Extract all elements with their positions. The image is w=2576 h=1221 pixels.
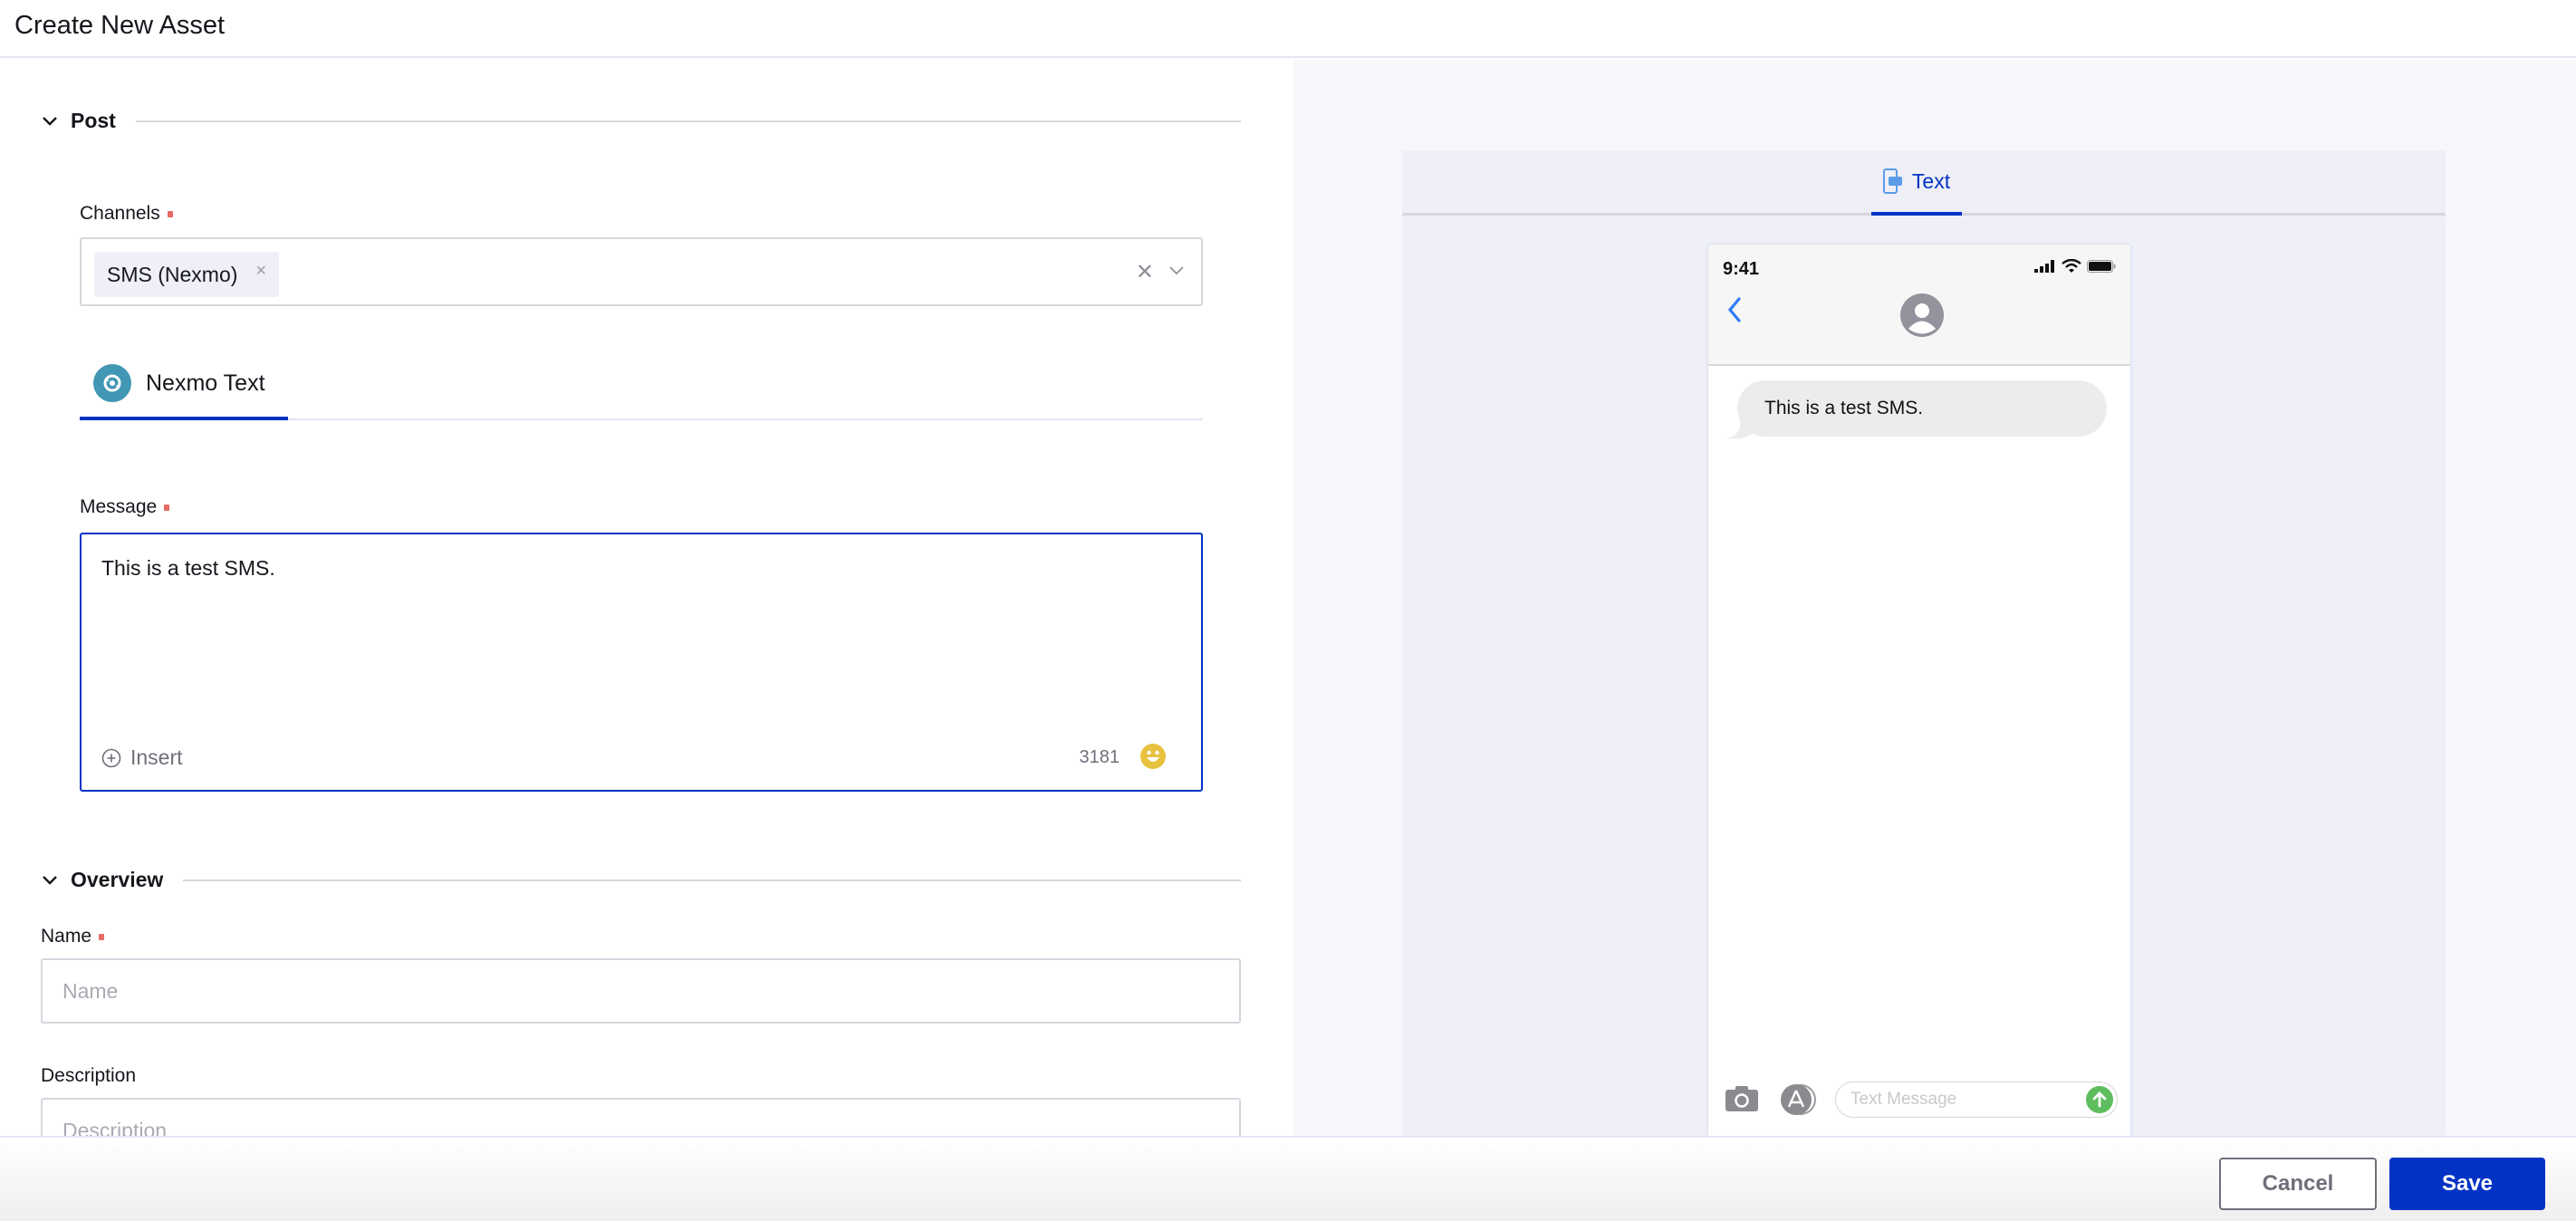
nexmo-logo-icon	[93, 364, 131, 402]
preview-tabs: Text	[1402, 150, 2446, 216]
message-bubble-text: This is a test SMS.	[1764, 398, 1924, 418]
insert-button[interactable]: Insert	[101, 745, 183, 770]
name-label-text: Name	[41, 926, 92, 947]
section-divider	[183, 879, 1241, 881]
chevron-down-icon[interactable]	[40, 870, 60, 890]
page-header: Create New Asset	[0, 0, 2576, 58]
channel-tabs: Nexmo Text	[80, 350, 1203, 420]
wifi-icon	[2062, 259, 2081, 273]
insert-label: Insert	[130, 745, 183, 769]
message-text[interactable]: This is a test SMS.	[101, 556, 275, 581]
message-textarea[interactable]: This is a test SMS. Insert 3181	[80, 533, 1203, 792]
emoji-icon[interactable]	[1139, 743, 1167, 770]
chevron-down-icon[interactable]	[1168, 263, 1185, 279]
channels-select[interactable]: SMS (Nexmo) × ✕	[80, 237, 1203, 306]
preview-container: Text 9:41 This is a test SMS. Text Messa…	[1402, 150, 2533, 1197]
sms-icon	[1882, 168, 1902, 194]
tab-label: Nexmo Text	[146, 370, 265, 396]
section-divider	[135, 120, 1241, 122]
phone-header: 9:41	[1708, 245, 2130, 366]
required-indicator	[99, 933, 105, 940]
description-field[interactable]	[41, 1098, 1241, 1136]
chevron-down-icon[interactable]	[40, 111, 60, 131]
phone-time: 9:41	[1723, 259, 1760, 279]
post-section-title: Post	[71, 109, 116, 132]
preview-panel: Text 9:41 This is a test SMS. Text Messa…	[1293, 60, 2576, 1197]
status-icons	[2034, 259, 2116, 274]
remove-chip-icon[interactable]: ×	[255, 261, 266, 282]
tab-text-preview[interactable]: Text	[1871, 150, 1962, 216]
message-bubble: This is a test SMS.	[1737, 380, 2107, 437]
camera-icon[interactable]	[1725, 1085, 1759, 1112]
post-section-header[interactable]: Post	[40, 109, 1241, 133]
back-icon[interactable]	[1726, 297, 1743, 322]
required-indicator	[167, 210, 173, 217]
tab-label: Text	[1911, 168, 1951, 193]
overview-section-header[interactable]: Overview	[40, 868, 1241, 892]
channel-chip-label: SMS (Nexmo)	[107, 262, 238, 286]
description-input[interactable]	[43, 1100, 1239, 1136]
send-icon[interactable]	[2086, 1086, 2113, 1113]
message-label: Message	[80, 496, 170, 518]
signal-icon	[2034, 260, 2054, 273]
channels-label: Channels	[80, 203, 173, 225]
phone-mockup: 9:41 This is a test SMS. Text Message	[1706, 243, 2132, 1136]
footer-bar: Cancel Save	[0, 1136, 2576, 1221]
battery-icon	[2087, 260, 2116, 273]
overview-section-title: Overview	[71, 868, 164, 891]
asset-form: Post Channels SMS (Nexmo) × ✕ Nexmo Text…	[0, 60, 1293, 1136]
page-title: Create New Asset	[14, 11, 226, 40]
compose-bar: Text Message	[1708, 1063, 2130, 1136]
save-button[interactable]: Save	[2389, 1158, 2545, 1210]
required-indicator	[164, 504, 170, 511]
name-field[interactable]	[41, 958, 1241, 1024]
message-label-text: Message	[80, 496, 158, 517]
name-input[interactable]	[43, 960, 1239, 1022]
text-message-input[interactable]: Text Message	[1835, 1082, 2118, 1118]
name-label: Name	[41, 926, 105, 947]
channels-label-text: Channels	[80, 203, 160, 224]
tab-nexmo-text[interactable]: Nexmo Text	[80, 350, 288, 420]
avatar-icon	[1900, 293, 1944, 337]
app-store-icon[interactable]	[1779, 1083, 1817, 1116]
cancel-button[interactable]: Cancel	[2219, 1158, 2377, 1210]
description-label: Description	[41, 1065, 137, 1086]
compose-placeholder: Text Message	[1850, 1090, 1957, 1109]
plus-circle-icon	[101, 748, 121, 767]
channel-chip: SMS (Nexmo) ×	[94, 252, 280, 297]
clear-icon[interactable]: ✕	[1136, 259, 1154, 285]
character-count: 3181	[1079, 747, 1120, 767]
